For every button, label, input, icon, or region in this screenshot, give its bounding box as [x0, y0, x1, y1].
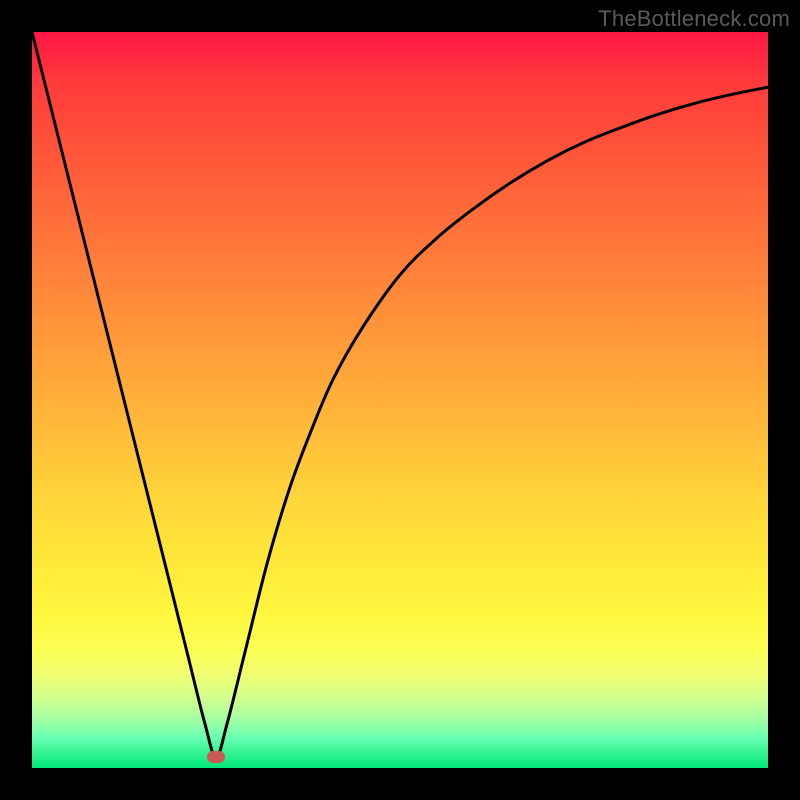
plot-area: [32, 32, 768, 768]
curve-svg: [32, 32, 768, 768]
chart-frame: TheBottleneck.com: [0, 0, 800, 800]
optimal-point-marker: [207, 751, 225, 763]
bottleneck-curve: [32, 32, 768, 757]
watermark-text: TheBottleneck.com: [598, 6, 790, 32]
